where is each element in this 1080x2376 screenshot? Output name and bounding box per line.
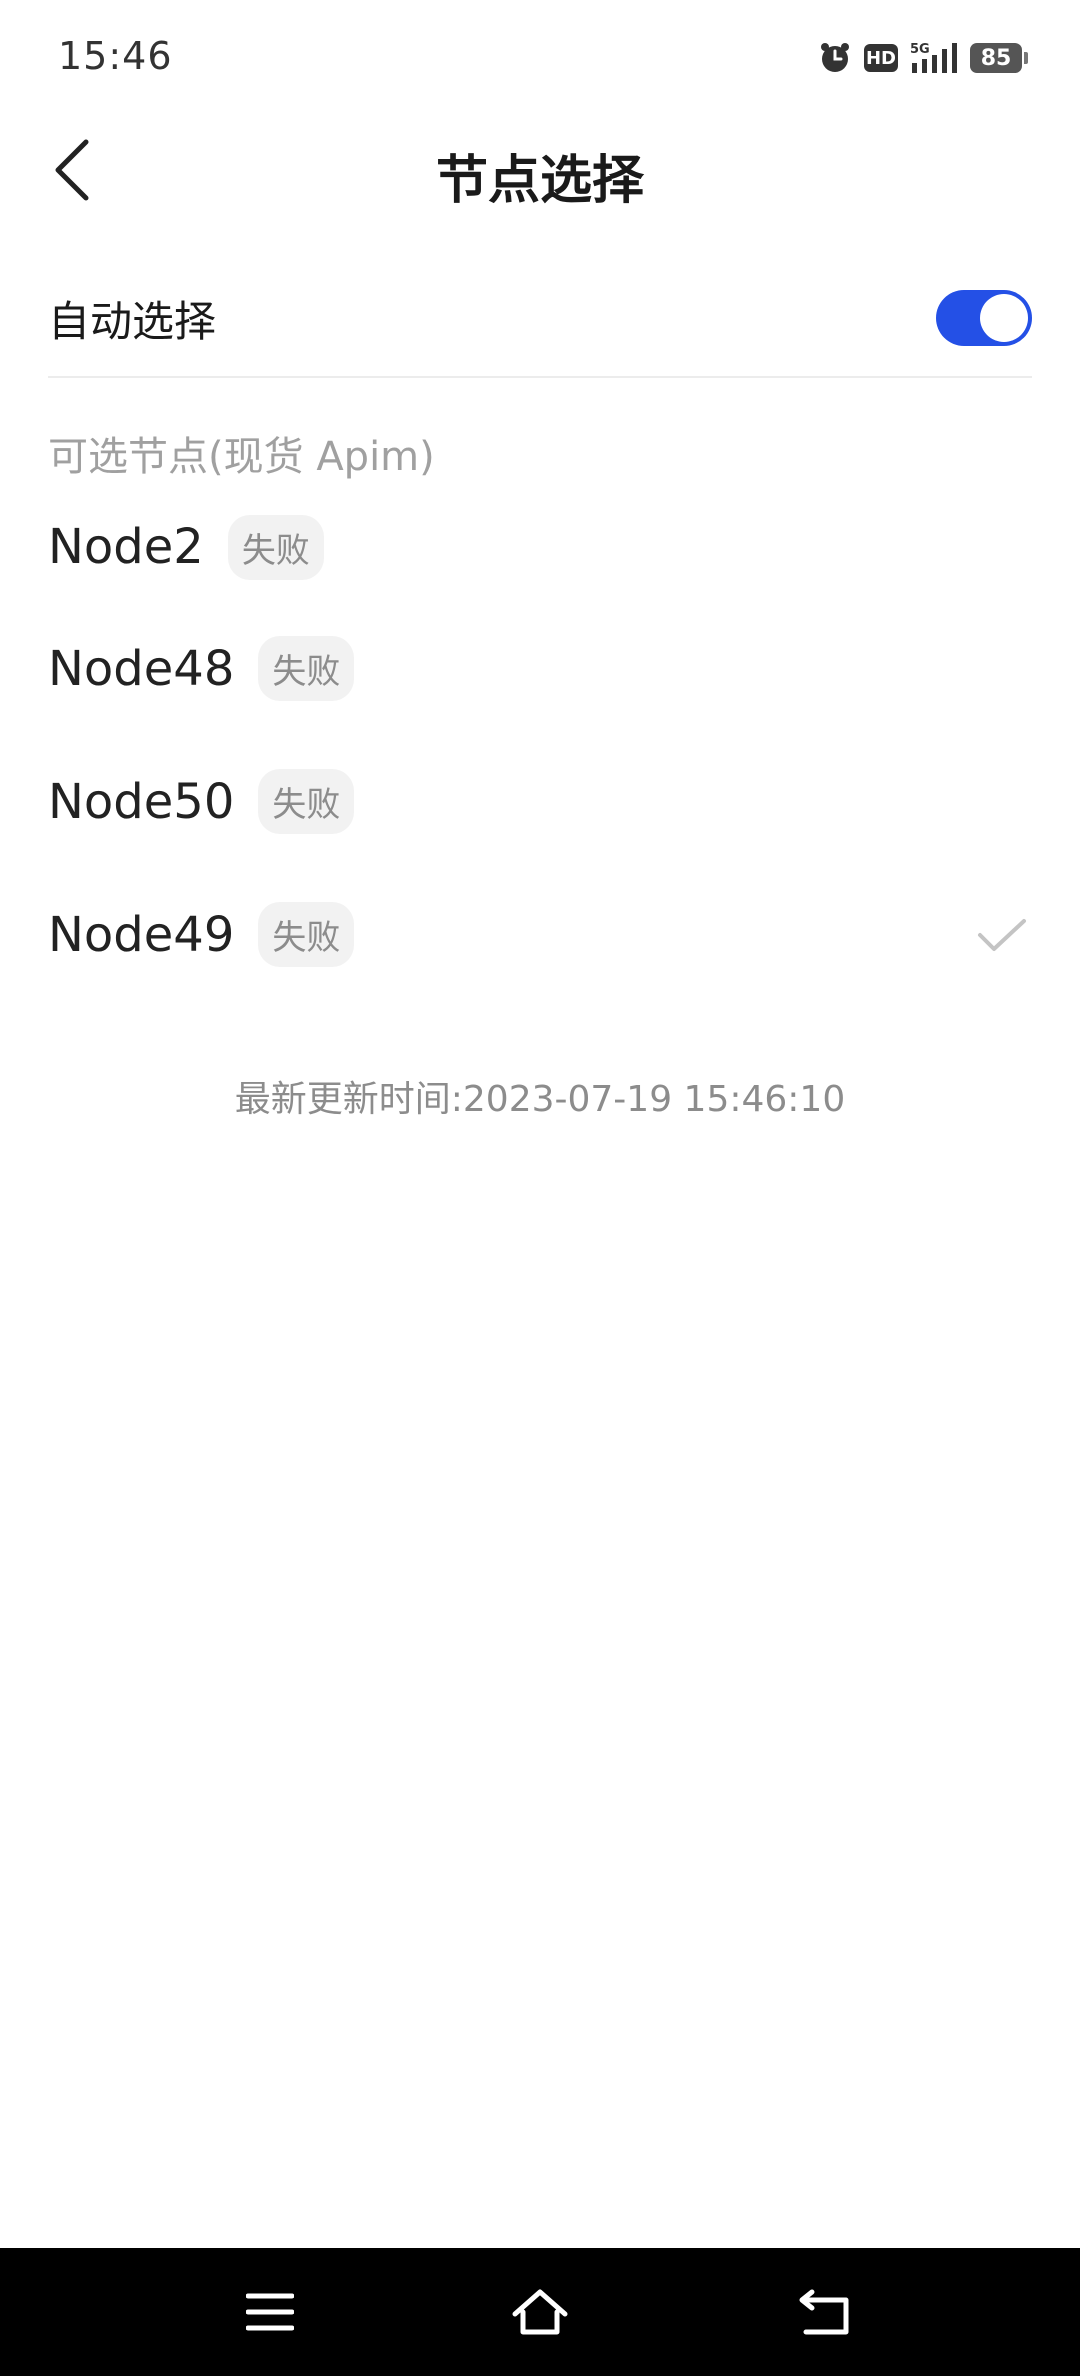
node-item-node2[interactable]: Node2 失败 bbox=[48, 492, 1032, 602]
status-badge: 失败 bbox=[258, 636, 355, 701]
status-icons: HD 5G 85 bbox=[818, 40, 1028, 76]
menu-button[interactable] bbox=[240, 2282, 300, 2342]
home-button[interactable] bbox=[510, 2282, 570, 2342]
page-title: 节点选择 bbox=[435, 151, 644, 211]
status-bar: 15:46 HD 5G 85 bbox=[0, 0, 1080, 110]
status-badge: 失败 bbox=[258, 769, 355, 834]
node-item-node48[interactable]: Node48 失败 bbox=[48, 602, 1032, 735]
node-list: Node2 失败 Node48 失败 Node50 失败 Node49 失败 bbox=[48, 492, 1032, 1001]
auto-select-toggle[interactable] bbox=[936, 290, 1032, 346]
back-icon bbox=[799, 2289, 849, 2335]
divider bbox=[48, 376, 1032, 378]
hd-icon: HD bbox=[864, 44, 898, 72]
node-item-node49[interactable]: Node49 失败 bbox=[48, 868, 1032, 1001]
update-time: 最新更新时间:2023-07-19 15:46:10 bbox=[234, 1079, 846, 1120]
status-badge: 失败 bbox=[258, 902, 355, 967]
auto-select-label: 自动选择 bbox=[48, 296, 217, 346]
network-label: 5G bbox=[910, 42, 930, 57]
back-nav-button[interactable] bbox=[795, 2282, 855, 2342]
auto-select-row: 自动选择 bbox=[48, 260, 1032, 376]
toggle-knob bbox=[980, 294, 1028, 342]
5g-signal-icon: 5G bbox=[910, 41, 958, 75]
node-name: Node49 bbox=[48, 906, 235, 963]
home-icon bbox=[512, 2289, 568, 2335]
status-badge: 失败 bbox=[227, 514, 324, 580]
node-name: Node48 bbox=[48, 640, 235, 697]
node-name: Node50 bbox=[48, 773, 235, 830]
node-item-node50[interactable]: Node50 失败 bbox=[48, 735, 1032, 868]
alarm-icon bbox=[818, 41, 852, 75]
navigation-bar bbox=[0, 2248, 1080, 2376]
header: 节点选择 bbox=[0, 110, 1080, 240]
battery-icon: 85 bbox=[970, 43, 1028, 73]
checkmark-icon bbox=[978, 918, 1026, 951]
menu-icon bbox=[246, 2293, 294, 2331]
status-time: 15:46 bbox=[58, 34, 173, 78]
node-name: Node2 bbox=[48, 519, 204, 575]
section-label: 可选节点(现货 Apim) bbox=[48, 434, 435, 480]
